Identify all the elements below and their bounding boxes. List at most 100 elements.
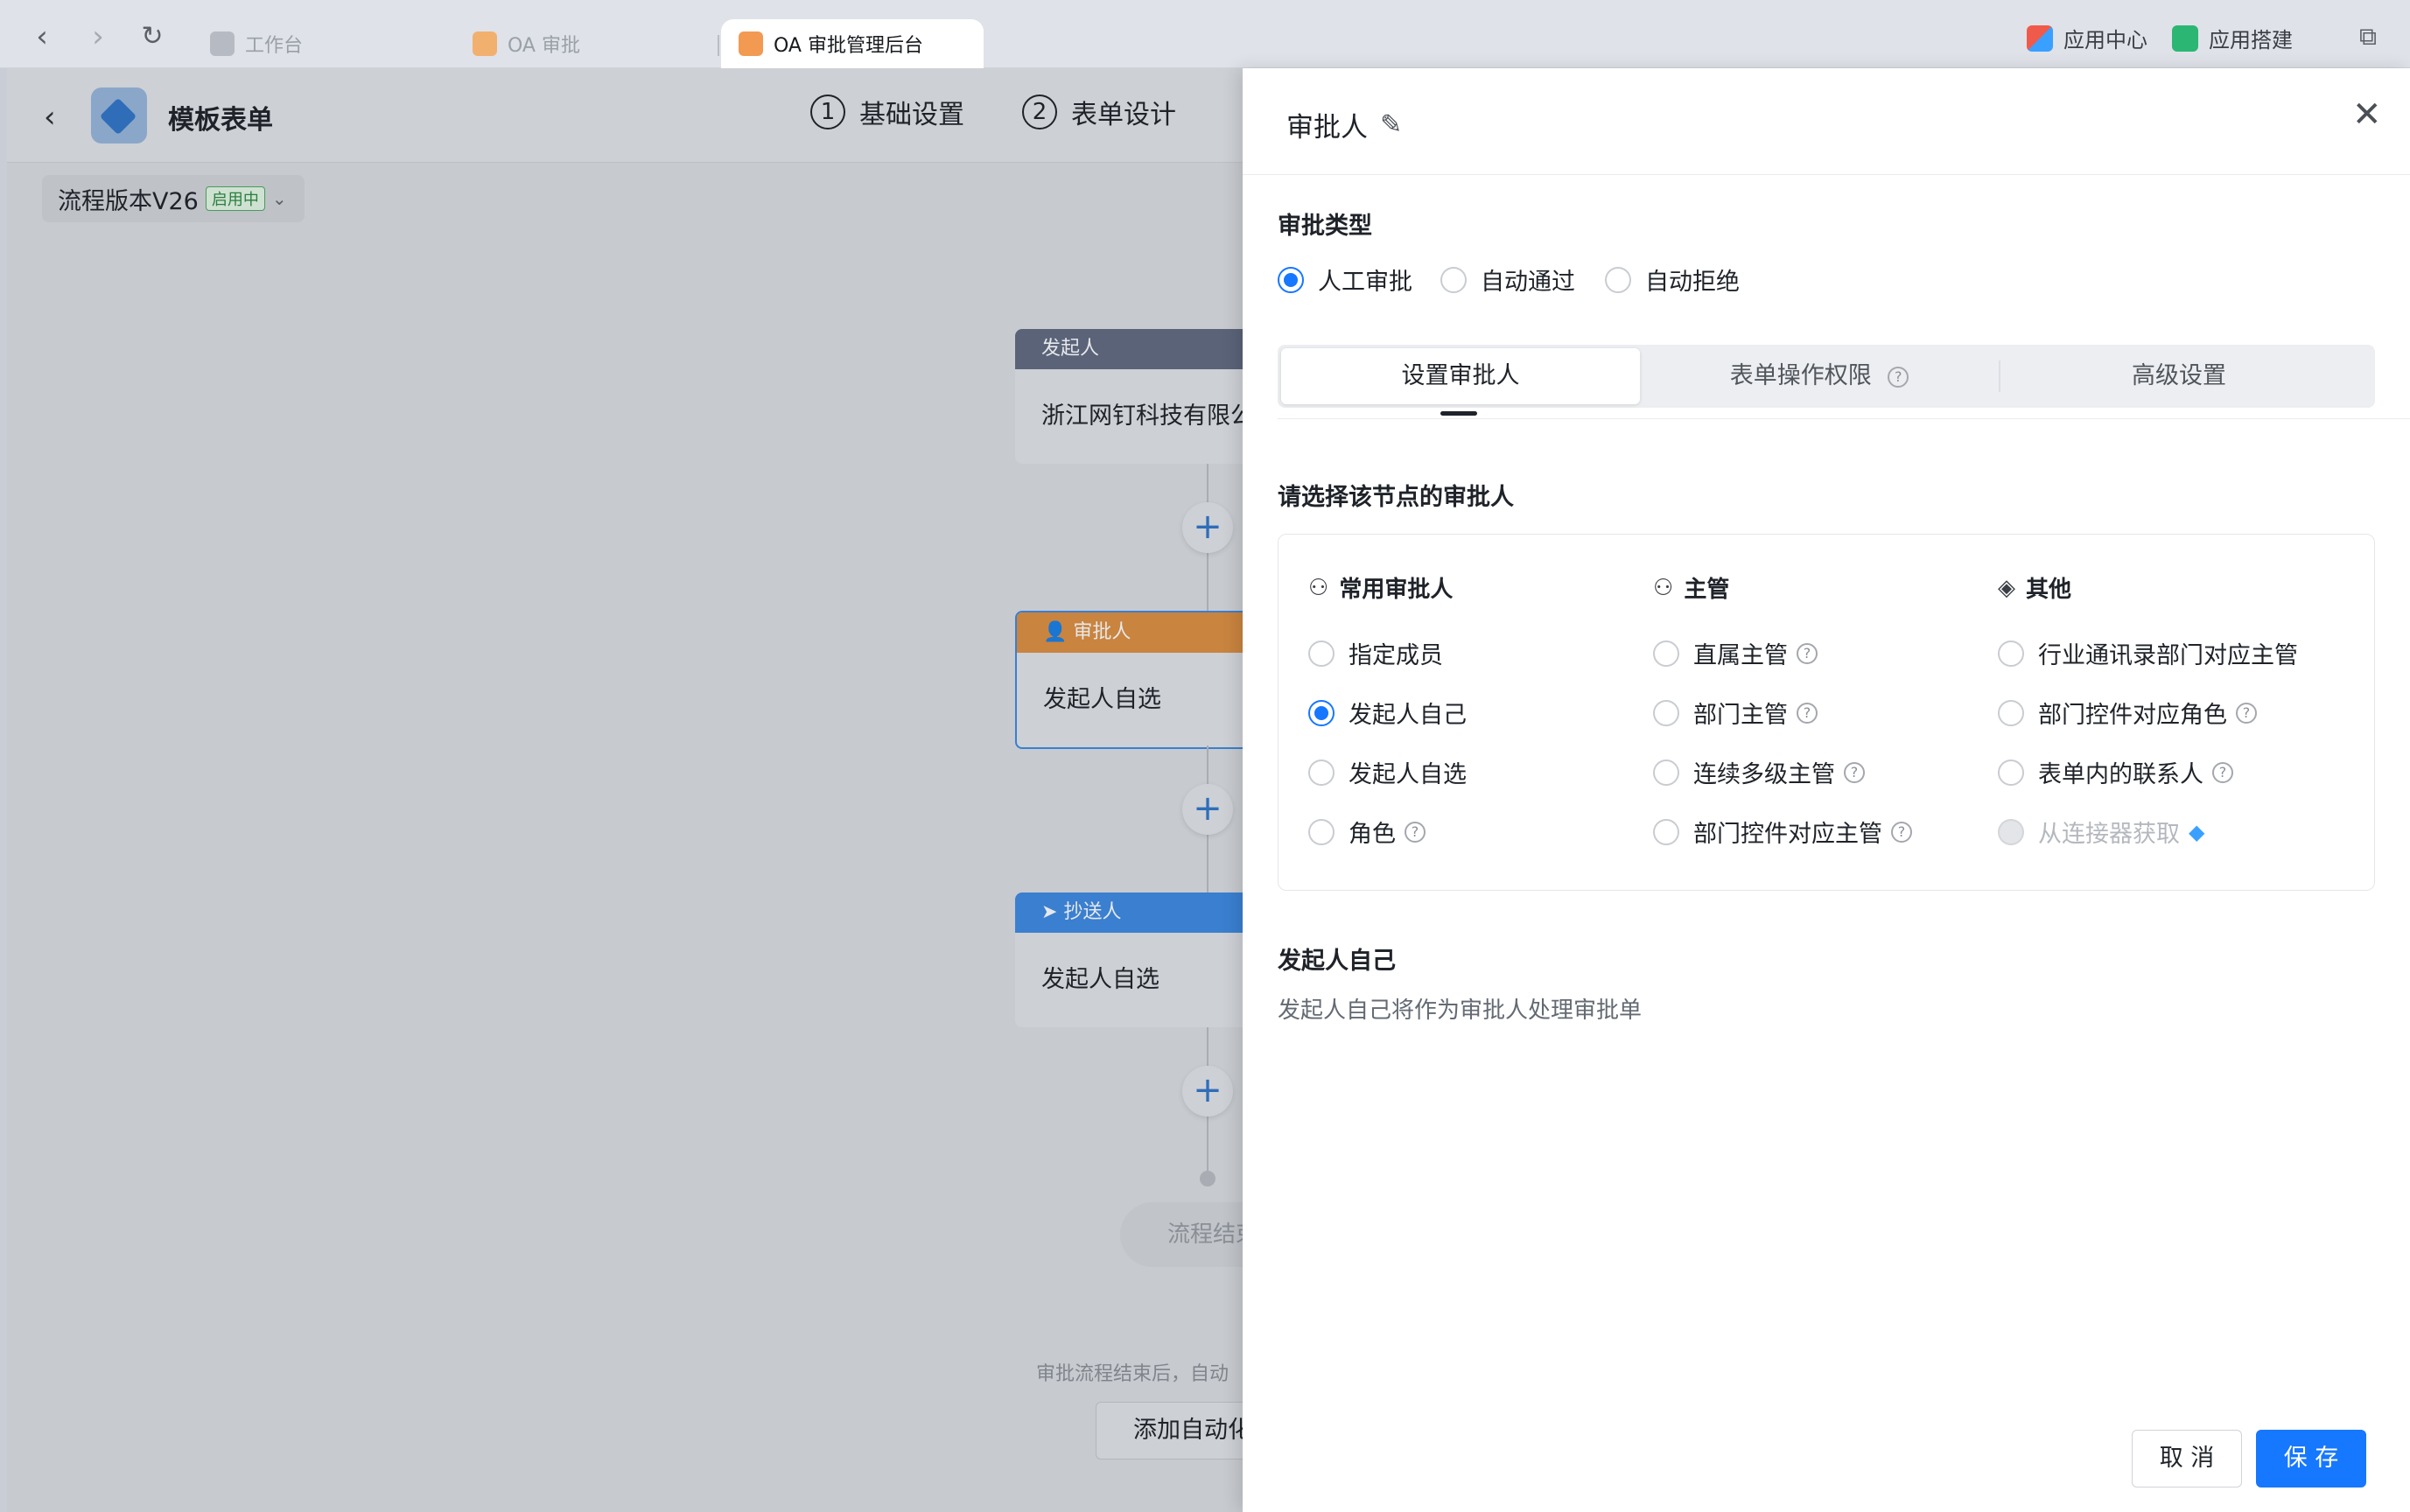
column-common: ⚇ 常用审批人 [1308,571,1453,604]
tab-label: OA 审批 [508,35,580,57]
back-arrow-icon[interactable]: ‹ [44,100,56,135]
radio-unchecked[interactable] [1605,266,1631,293]
user-icon: ⚇ [1308,574,1329,601]
tab-label: 表单操作权限 [1729,362,1872,389]
app-build-button[interactable]: 应用搭建 [2172,23,2293,53]
tab-form-permissions[interactable]: 表单操作权限 ? [1640,348,1999,404]
drawer-title-text: 审批人 [1286,112,1368,144]
chevron-down-icon: ⌄ [271,188,287,209]
app-center-icon [2027,24,2053,52]
close-icon[interactable]: ✕ [2352,94,2382,135]
radio-unchecked[interactable] [1653,818,1679,845]
edit-icon[interactable]: ✎ [1380,109,1402,140]
option-label: 发起人自选 [1349,761,1467,788]
approval-type-label: 审批类型 [1278,213,1372,240]
help-icon[interactable]: ? [1891,821,1912,843]
option-initiator-self[interactable]: 发起人自己 [1308,696,1467,730]
radio-unchecked[interactable] [1998,640,2024,667]
option-department-supervisor[interactable]: 部门主管 ? [1653,696,1818,730]
option-form-contact[interactable]: 表单内的联系人 ? [1998,755,2233,789]
supervisor-icon: ⚇ [1653,574,1674,601]
radio-checked[interactable] [1278,266,1304,293]
radio-checked[interactable] [1308,699,1335,726]
forward-icon[interactable]: › [82,21,114,52]
radio-unchecked[interactable] [1998,759,2024,786]
radio-unchecked[interactable] [1998,699,2024,726]
add-node-button[interactable]: + [1182,502,1233,553]
option-dept-control-supervisor[interactable]: 部门控件对应主管 ? [1653,815,1912,849]
help-icon[interactable]: ? [1797,702,1818,724]
option-label: 部门控件对应角色 [2038,702,2227,729]
person-icon: 👤 [1043,621,1074,643]
step-label: 表单设计 [1071,100,1176,130]
cancel-button[interactable]: 取 消 [2132,1430,2242,1488]
option-label: 表单内的联系人 [2038,761,2203,788]
description-text: 发起人自己将作为审批人处理审批单 [1278,998,1643,1024]
add-automation-button[interactable]: 添加自动化 [1096,1402,1243,1460]
browser-toolbar: ‹ › ↻ 工作台 OA 审批 OA 审批管理后台 应用中心 应用搭建 ⧉ [0,0,2410,68]
tab-oa-admin[interactable]: OA 审批管理后台 [721,19,984,68]
tab-workbench[interactable]: 工作台 [193,19,303,68]
page-header: ‹ 模板表单 1 基础设置 2 表单设计 [7,68,1243,163]
node-body: 发起人自选 [1043,686,1161,713]
option-role[interactable]: 角色 ? [1308,815,1426,849]
version-selector[interactable]: 流程版本V26 启用中 ⌄ [42,175,305,222]
app-center-button[interactable]: 应用中心 [2027,23,2147,53]
option-label: 连续多级主管 [1693,761,1835,788]
radio-unchecked[interactable] [1653,759,1679,786]
column-title: 主管 [1684,577,1730,603]
radio-unchecked[interactable] [1308,759,1335,786]
help-icon[interactable]: ? [2236,702,2257,724]
approval-type-auto-pass[interactable]: 自动通过 [1440,262,1575,297]
app-build-label: 应用搭建 [2209,28,2293,52]
help-icon[interactable]: ? [2212,761,2233,783]
radio-unchecked[interactable] [1653,699,1679,726]
save-button[interactable]: 保 存 [2256,1430,2366,1488]
flow-end: 流程结束 [1120,1202,1243,1267]
external-window-icon[interactable]: ⧉ [2352,21,2384,52]
drawer-header: 审批人 ✎ ✕ [1243,68,2410,175]
option-dept-control-role[interactable]: 部门控件对应角色 ? [1998,696,2257,730]
radio-unchecked[interactable] [1440,266,1467,293]
drawer-tabs: 设置审批人 表单操作权限 ? 高级设置 [1278,345,2375,408]
tab-label: 工作台 [245,35,304,57]
page-title: 模板表单 [168,105,273,136]
add-node-button[interactable]: + [1182,1066,1233,1116]
tab-advanced[interactable]: 高级设置 [1999,360,2357,392]
node-head-label: 审批人 [1073,621,1131,643]
radio-unchecked[interactable] [1308,640,1335,667]
step-form-design[interactable]: 2 表单设计 [1022,93,1176,131]
help-icon[interactable]: ? [1844,761,1865,783]
back-icon[interactable]: ‹ [26,21,58,52]
tab-oa[interactable]: OA 审批 [455,19,580,68]
flow-node-cc[interactable]: ➤ 抄送人 发起人自选 [1015,892,1243,1027]
radio-unchecked[interactable] [1308,818,1335,845]
send-icon: ➤ [1041,901,1064,923]
add-node-button[interactable]: + [1182,784,1233,835]
node-body: 浙江网钉科技有限公 [1041,402,1243,430]
option-label: 人工审批 [1318,269,1412,296]
node-head: 👤 审批人 [1017,612,1243,653]
flow-node-initiator[interactable]: 发起人 浙江网钉科技有限公 [1015,329,1243,464]
description-title: 发起人自己 [1278,948,1396,975]
approval-type-manual[interactable]: 人工审批 [1278,262,1412,297]
option-industry-dept-supervisor[interactable]: 行业通讯录部门对应主管 [1998,636,2298,670]
version-label: 流程版本V26 [58,187,199,215]
option-specified-member[interactable]: 指定成员 [1308,636,1443,670]
help-icon[interactable]: ? [1888,366,1909,388]
step-number: 1 [810,94,845,130]
step-basic-settings[interactable]: 1 基础设置 [810,93,964,131]
option-direct-supervisor[interactable]: 直属主管 ? [1653,636,1818,670]
option-initiator-choose[interactable]: 发起人自选 [1308,755,1467,789]
approver-options-card: ⚇ 常用审批人 ⚇ 主管 ◈ 其他 指定成员 发起人自己 发起人自选 角色 ? [1278,534,2375,891]
refresh-icon[interactable]: ↻ [137,21,168,52]
approval-type-auto-reject[interactable]: 自动拒绝 [1605,262,1740,297]
help-icon[interactable]: ? [1797,642,1818,664]
flow-node-approver[interactable]: 👤 审批人 发起人自选 [1015,611,1243,749]
help-icon[interactable]: ? [1405,821,1426,843]
node-head: ➤ 抄送人 [1015,892,1243,933]
radio-unchecked[interactable] [1653,640,1679,667]
option-multi-level-supervisor[interactable]: 连续多级主管 ? [1653,755,1865,789]
column-title: 常用审批人 [1339,577,1454,603]
tab-set-approver[interactable]: 设置审批人 [1281,348,1640,404]
